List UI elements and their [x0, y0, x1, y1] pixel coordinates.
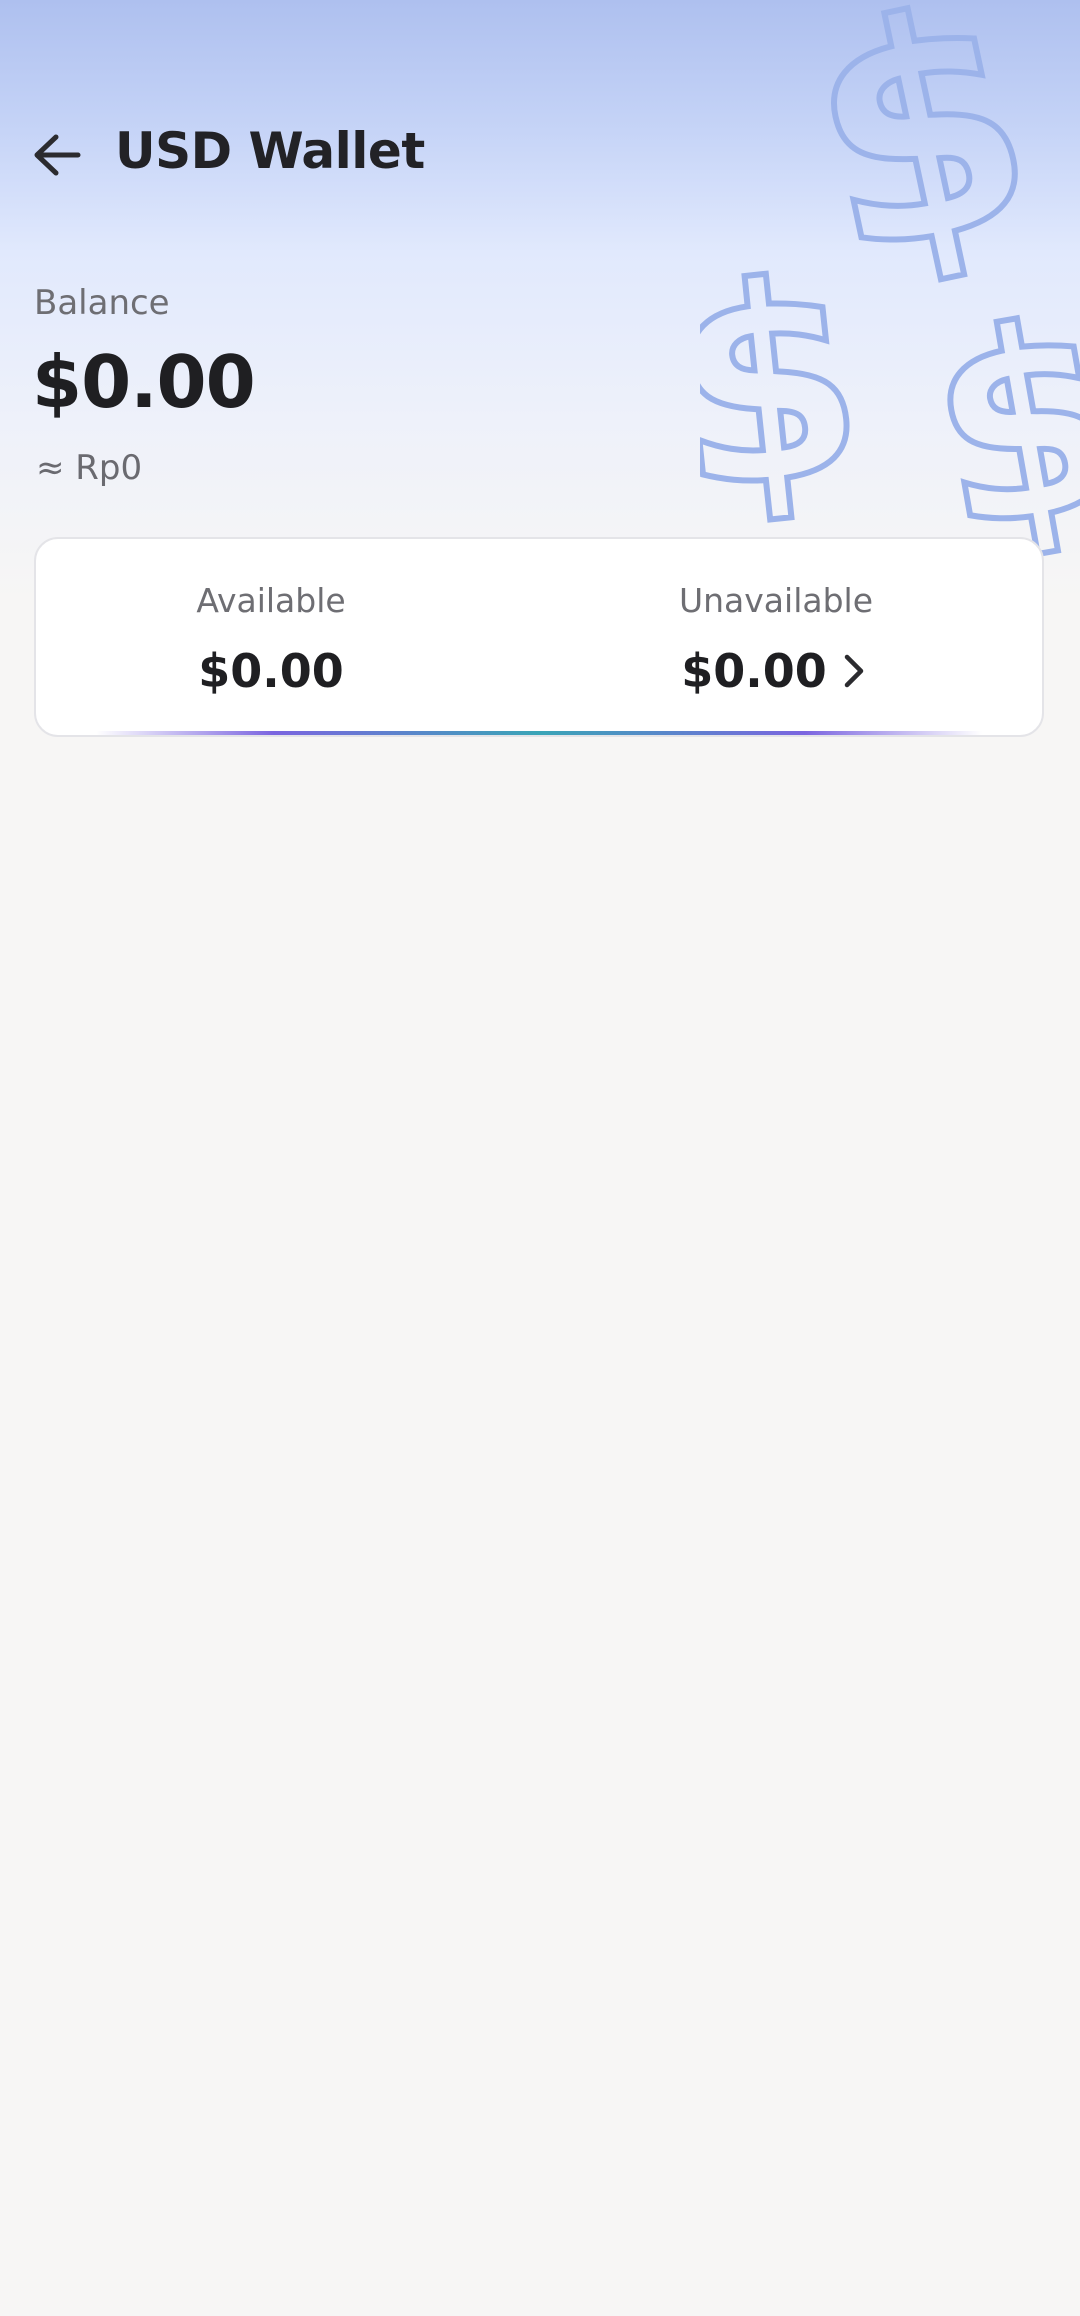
balance-breakdown-card: Available $0.00 Unavailable $0.00 — [34, 537, 1044, 737]
balance-amount: $0.00 — [32, 340, 256, 424]
dollar-sign-icon: $ $ $ — [700, 0, 1080, 560]
back-button[interactable] — [22, 124, 92, 186]
available-section: Available $0.00 — [36, 539, 506, 735]
app-header: USD Wallet — [0, 100, 1080, 210]
svg-text:$: $ — [910, 263, 1080, 560]
unavailable-section: Unavailable $0.00 — [541, 539, 1011, 735]
available-label: Available — [196, 581, 346, 620]
balance-label: Balance — [34, 283, 170, 323]
arrow-left-icon — [34, 134, 81, 176]
card-accent-line — [96, 731, 982, 735]
chevron-right-icon — [837, 649, 871, 693]
unavailable-amount: $0.00 — [681, 644, 827, 698]
page-title: USD Wallet — [115, 122, 425, 180]
unavailable-details-link[interactable]: $0.00 — [541, 644, 1011, 698]
available-amount: $0.00 — [198, 644, 344, 698]
unavailable-label: Unavailable — [678, 581, 874, 620]
balance-converted-amount: ≈ Rp0 — [36, 448, 143, 488]
